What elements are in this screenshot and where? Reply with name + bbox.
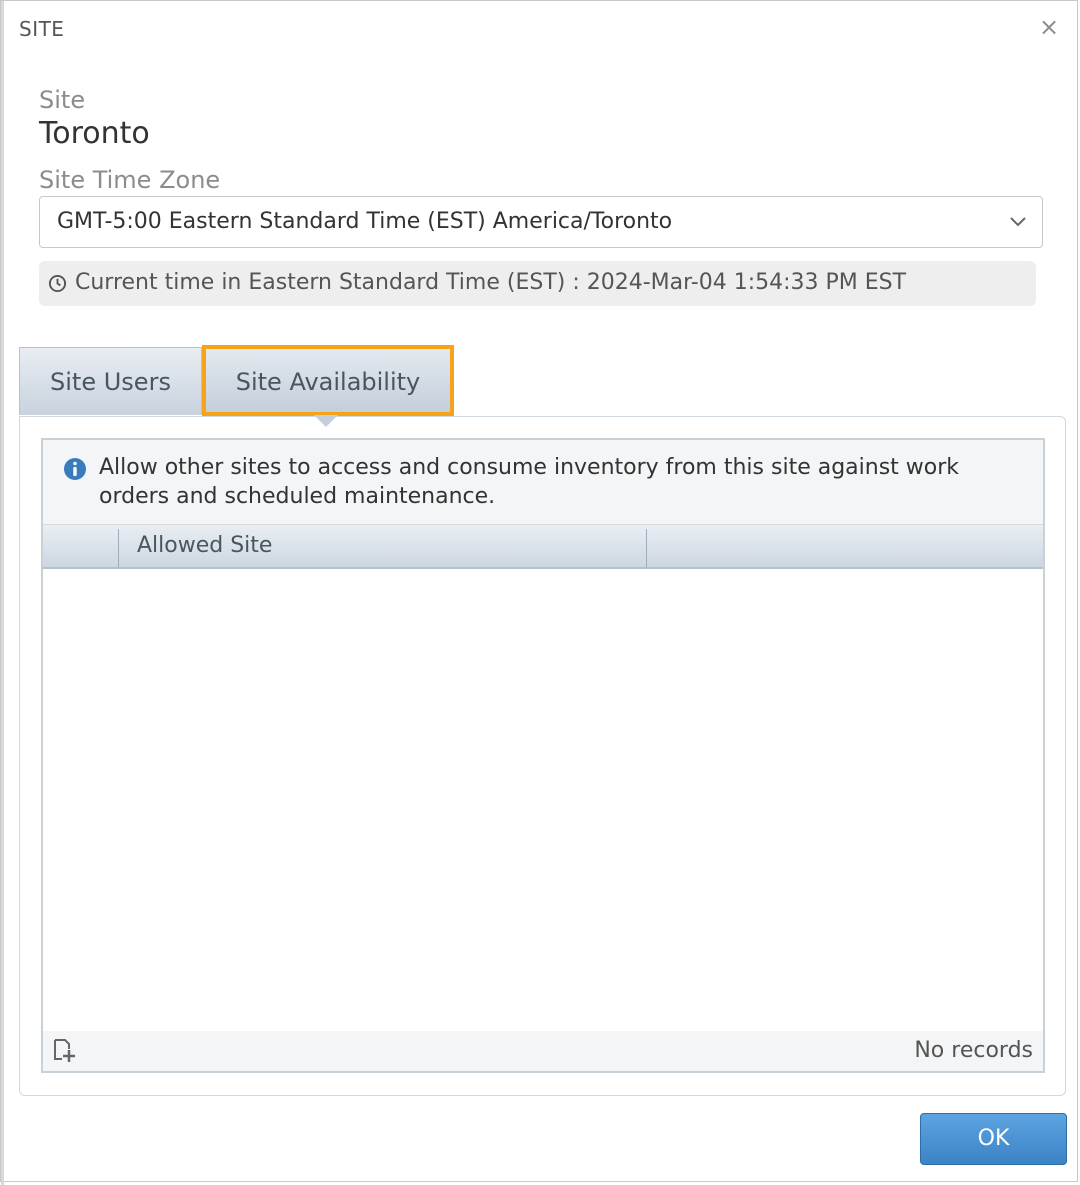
- site-label: Site: [39, 86, 86, 114]
- column-header-allowed-site[interactable]: Allowed Site: [137, 533, 272, 558]
- site-dialog: SITE × Site Toronto Site Time Zone GMT-5…: [0, 0, 1078, 1185]
- column-separator[interactable]: [646, 529, 647, 567]
- timezone-label: Site Time Zone: [39, 166, 221, 194]
- no-records-text: No records: [914, 1038, 1033, 1063]
- grid-header: Allowed Site: [43, 525, 1043, 569]
- close-icon[interactable]: ×: [1037, 15, 1061, 39]
- grid-footer: No records: [43, 1031, 1043, 1071]
- info-text: Allow other sites to access and consume …: [99, 455, 960, 509]
- current-time-text: Current time in Eastern Standard Time (E…: [75, 270, 907, 295]
- tab-site-availability[interactable]: Site Availability: [202, 345, 454, 416]
- dialog-left-edge: [1, 1, 4, 1185]
- grid-body: [43, 569, 1043, 1031]
- ok-button[interactable]: OK: [920, 1113, 1067, 1165]
- allowed-sites-grid: Allow other sites to access and consume …: [41, 438, 1045, 1073]
- tab-site-users[interactable]: Site Users: [19, 347, 202, 415]
- dialog-title: SITE: [19, 17, 65, 41]
- add-record-icon[interactable]: [51, 1037, 77, 1063]
- clock-icon: [48, 274, 67, 293]
- info-message: Allow other sites to access and consume …: [43, 440, 1043, 525]
- active-tab-pointer: [314, 415, 338, 427]
- chevron-down-icon: [1010, 217, 1026, 227]
- timezone-select[interactable]: GMT-5:00 Eastern Standard Time (EST) Ame…: [39, 196, 1043, 248]
- site-name: Toronto: [39, 116, 150, 151]
- timezone-selected-value: GMT-5:00 Eastern Standard Time (EST) Ame…: [57, 209, 673, 234]
- info-icon: [64, 458, 86, 480]
- current-time-bar: Current time in Eastern Standard Time (E…: [39, 261, 1036, 306]
- column-separator[interactable]: [118, 529, 119, 567]
